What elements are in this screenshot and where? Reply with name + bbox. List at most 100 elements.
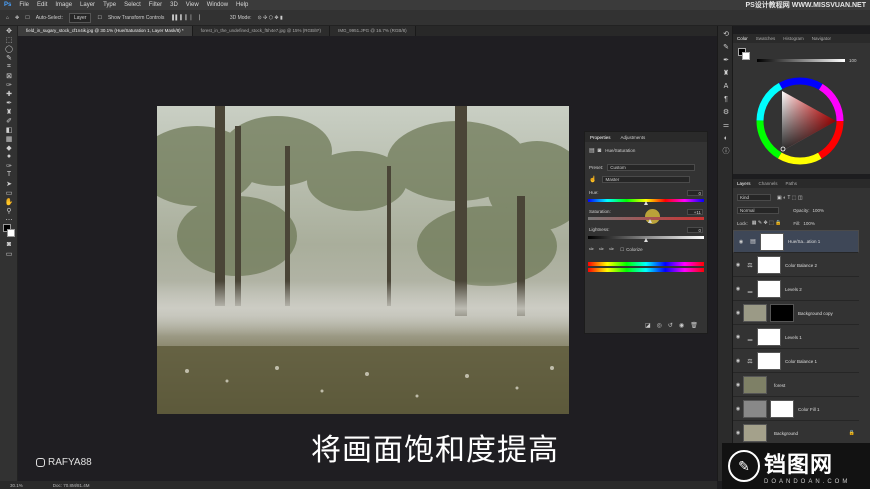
brightness-slider[interactable] [757,59,845,62]
3d-mode-icons[interactable]: ⊙ ✣ ⬡ ✥ ▮ [258,15,283,21]
lightness-slider-thumb[interactable] [644,238,648,242]
layer-name[interactable]: forest [774,383,785,388]
menu-item-edit[interactable]: Edit [33,2,51,8]
layer-row[interactable]: ◉ ⚖ Color Balance 1 [733,350,859,373]
move-tool-icon[interactable]: ✥ [15,15,19,21]
tab-paths[interactable]: Paths [782,181,802,186]
hand-adjust-icon[interactable]: ☝ [589,176,596,183]
menu-item-filter[interactable]: Filter [145,2,166,8]
properties-icon[interactable]: ⚌ [721,121,731,129]
layer-thumb[interactable] [743,424,767,442]
info-icon[interactable]: ⓘ [721,147,731,155]
move-tool-icon[interactable]: ✥ [3,26,15,35]
saturation-slider-thumb[interactable] [648,219,653,223]
brush-settings-icon[interactable]: ✎ [721,43,731,51]
layer-mask-thumb[interactable] [770,400,794,418]
tab-color[interactable]: Color [733,36,752,41]
hue-slider-thumb[interactable] [644,201,648,205]
show-transform-checkbox[interactable]: ☐ [97,15,101,21]
screen-mode-icon[interactable]: ▭ [3,249,15,258]
eye-icon[interactable]: ◉ [733,382,743,388]
eye-icon[interactable]: ◉ [733,262,743,268]
tab-document-1[interactable]: field_in_sugary_stock_cf1n4ik.jpg @ 30.1… [18,26,193,36]
tab-layers[interactable]: Layers [733,181,755,186]
layer-name[interactable]: Levels 2 [785,287,802,292]
home-icon[interactable]: ⌂ [6,15,9,21]
history-brush-icon[interactable]: ✐ [3,116,15,125]
layer-row[interactable]: ◉ Background copy [733,302,859,325]
filter-icons[interactable]: ▣ ◐ T ⬚ ◫ [777,195,803,201]
pen-tool-icon[interactable]: ✑ [3,161,15,170]
layer-thumb[interactable] [743,400,767,418]
eyedropper-minus-icon[interactable]: ✑ [609,246,614,253]
menu-item-window[interactable]: Window [203,2,232,8]
saturation-slider[interactable] [588,217,704,223]
layer-name[interactable]: Levels 1 [785,335,802,340]
menu-item-ps[interactable]: Ps [0,2,15,8]
character-icon[interactable]: A [721,82,731,90]
tab-histogram[interactable]: Histogram [779,36,808,41]
layer-name[interactable]: Color Fill 1 [798,407,820,412]
quick-select-tool-icon[interactable]: ✎ [3,53,15,62]
eye-icon[interactable]: ◉ [736,239,746,245]
eyedropper-plus-icon[interactable]: ✑ [599,246,604,253]
reset-icon[interactable]: ↺ [668,322,673,329]
eye-icon[interactable]: ◉ [733,430,743,436]
history-icon[interactable]: ⟲ [721,30,731,38]
layer-mask-thumb[interactable] [757,256,781,274]
blend-mode-select[interactable]: Normal [737,207,779,214]
eyedropper-icon[interactable]: ✑ [589,246,594,253]
layer-name[interactable]: Color Balance 2 [785,263,817,268]
eye-icon[interactable]: ◉ [733,358,743,364]
hue-slider[interactable] [588,199,704,205]
quick-mask-icon[interactable]: ◙ [3,240,15,249]
eye-icon[interactable]: ◉ [733,406,743,412]
layer-thumb[interactable] [743,304,767,322]
clip-to-layer-icon[interactable]: ◪ [645,322,651,329]
brush-tool-icon[interactable]: ✒ [3,98,15,107]
menu-item-image[interactable]: Image [51,2,76,8]
menu-item-view[interactable]: View [182,2,203,8]
auto-select-checkbox[interactable]: ☐ [25,15,29,21]
hue-value[interactable]: 0 [687,190,703,196]
background-swatch[interactable] [742,52,750,60]
tab-channels[interactable]: Channels [755,181,782,186]
menu-item-select[interactable]: Select [120,2,145,8]
brightness-value[interactable]: 100 [849,58,857,63]
layer-name[interactable]: Color Balance 1 [785,359,817,364]
layer-mask-thumb[interactable] [757,328,781,346]
fill-value[interactable]: 100% [803,221,815,226]
tab-properties[interactable]: Properties [585,135,616,140]
lock-icons[interactable]: ▦ ✎ ✥ ⬚ 🔒 [752,220,782,226]
glyphs-icon[interactable]: ⚙ [721,108,731,116]
tab-adjustments[interactable]: Adjustments [616,135,651,140]
visibility-icon[interactable]: ◉ [679,322,684,329]
layer-row[interactable]: ◉ ▁ Levels 2 [733,278,859,301]
shape-tool-icon[interactable]: ▭ [3,188,15,197]
eye-icon[interactable]: ◉ [733,286,743,292]
layer-row[interactable]: ◉ ▁ Levels 1 [733,326,859,349]
path-select-icon[interactable]: ➤ [3,179,15,188]
dodge-tool-icon[interactable]: ● [3,152,15,161]
layer-mask-thumb[interactable] [757,352,781,370]
channel-select[interactable]: Master [602,176,691,183]
layer-row[interactable]: ◉ ▤ Hue/Sa...ation 1 [733,230,859,253]
layer-select[interactable]: Layer [68,12,92,23]
hand-tool-icon[interactable]: ✋ [3,197,15,206]
color-wheel[interactable] [756,77,844,165]
document-image-misty-forest[interactable] [157,106,569,414]
layer-row[interactable]: ◉ Color Fill 1 [733,398,859,421]
colorize-checkbox[interactable]: ☐ [620,247,624,253]
menu-item-type[interactable]: Type [99,2,120,8]
delete-icon[interactable]: 🗑 [690,322,698,329]
brushes-icon[interactable]: ✒ [721,56,731,64]
clone-source-icon[interactable]: ♜ [721,69,731,77]
layer-mask-thumb[interactable] [757,280,781,298]
align-icons[interactable]: ▐ ▌ ▍ ▎ ▏ ▕ [170,15,199,21]
tab-document-2[interactable]: forest_in_the_undefined_stock_f5h4e7.jpg… [192,26,331,36]
layer-mask-thumb[interactable] [770,304,794,322]
type-tool-icon[interactable]: T [3,170,15,179]
layer-name[interactable]: Background [774,431,798,436]
view-previous-icon[interactable]: ◎ [657,322,662,329]
color-swatches-icon[interactable] [3,224,15,240]
